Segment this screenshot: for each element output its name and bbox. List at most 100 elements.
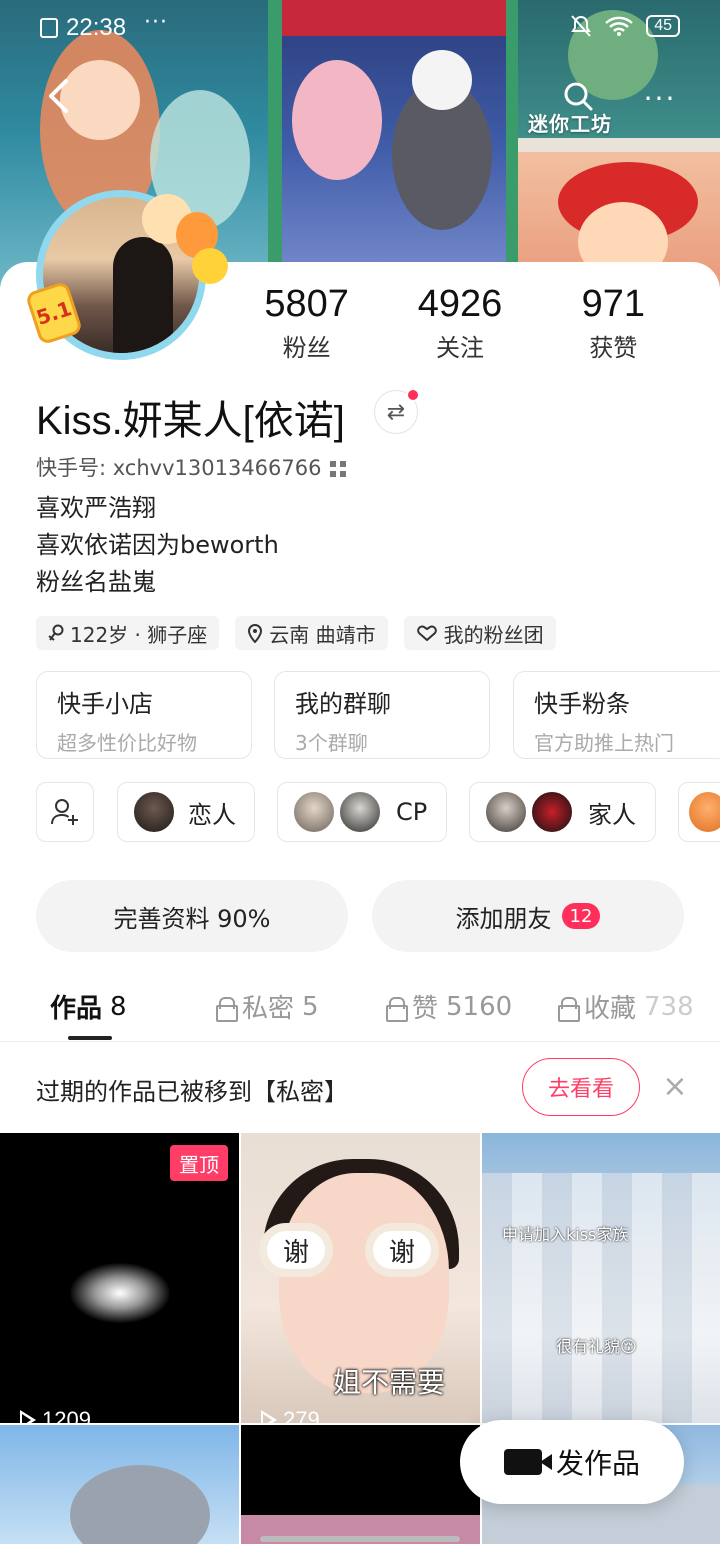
complete-profile-button[interactable]: 完善资料 90% [36,880,348,952]
service-subtitle: 官方助推上热门 [534,731,674,755]
go-see-button[interactable]: 去看看 [522,1058,640,1116]
stat-value: 4926 [417,283,503,325]
service-card-promotion[interactable]: 快手粉条 官方助推上热门 [513,671,720,759]
tag-location[interactable]: 云南 曲靖市 [235,616,388,650]
notification-dot [406,388,420,402]
add-friends-label: 添加朋友 [455,904,552,933]
notification-icon [40,18,58,38]
lock-icon [386,996,408,1022]
tab-indicator [68,1036,112,1040]
status-time: 22:38 [66,14,127,41]
kuaishou-id[interactable]: 快手号: xchvv13013466766 [36,452,346,482]
wifi-icon [605,16,634,36]
back-button[interactable] [38,76,78,116]
close-icon[interactable]: × [660,1066,690,1106]
stat-label: 获赞 [589,334,638,362]
video-caption-top: 申请加入kiss家族 [502,1225,629,1244]
more-button[interactable]: ··· [634,80,686,116]
video-card[interactable]: 置顶 1209 [0,1133,239,1423]
service-title: 我的群聊 [295,690,391,718]
tab-works[interactable]: 作品 8 [50,988,127,1025]
play-icon [261,1410,277,1423]
video-thumbnail-face [279,1173,449,1393]
tag-fan-group[interactable]: 我的粉丝团 [403,616,556,650]
relation-avatar [292,790,336,834]
relation-cp[interactable]: CP [277,782,447,842]
tab-count: 738 [644,991,694,1022]
chevron-left-icon [49,79,68,113]
stat-likes[interactable]: 971 获赞 [537,284,690,363]
service-title: 快手粉条 [534,690,630,718]
relation-lover[interactable]: 恋人 [117,782,255,842]
lock-icon [558,996,580,1022]
stat-value: 971 [581,283,646,325]
tab-label: 私密 [242,994,295,1024]
tab-label: 赞 [412,994,439,1024]
stat-following[interactable]: 4926 关注 [383,284,536,363]
pinned-badge: 置顶 [170,1145,228,1181]
profile-screen: 迷你工坊 22:38 ··· 45 ··· 5.1 5807 粉丝 4926 关… [0,0,720,1544]
service-card-group-chat[interactable]: 我的群聊 3个群聊 [274,671,490,759]
bio-line: 喜欢严浩翔 [36,494,156,522]
video-card[interactable]: 申请加入kiss家族 很有礼貌😚 [482,1133,720,1423]
tag-age[interactable]: 122岁 · 狮子座 [36,616,220,650]
kuaishou-id-text: 快手号: xchvv13013466766 [36,456,322,480]
qr-code-icon[interactable] [329,461,346,477]
play-icon [20,1410,36,1423]
mute-icon [571,15,592,37]
lock-icon [216,996,238,1022]
notice-text: 过期的作品已被移到【私密】 [36,1078,348,1106]
video-camera-icon [503,1449,552,1475]
relation-avatar [484,790,528,834]
relation-avatar [687,790,720,834]
stat-followers[interactable]: 5807 粉丝 [230,284,383,363]
relation-label: 恋人 [188,800,236,829]
search-button[interactable] [560,78,596,114]
play-count: 279 [261,1407,320,1423]
home-indicator[interactable] [260,1536,460,1542]
video-card[interactable] [0,1425,239,1544]
video-thumbnail [482,1173,720,1423]
avatar[interactable]: 5.1 [24,186,228,364]
relation-family[interactable]: 家人 [469,782,656,842]
switch-icon: ⇄ [386,399,406,425]
video-card[interactable] [241,1425,480,1544]
add-friends-badge: 12 [561,903,601,929]
location-icon [248,624,263,643]
tab-label: 作品 [50,994,103,1024]
tab-count: 5160 [446,991,513,1022]
profile-tags: 122岁 · 狮子座 云南 曲靖市 我的粉丝团 [36,616,556,650]
search-icon [564,82,593,111]
relation-label: CP [396,798,428,826]
tag-text: 云南 曲靖市 [269,622,376,647]
tag-text: 我的粉丝团 [443,622,544,647]
add-relation-button[interactable] [36,782,94,842]
relation-more[interactable] [678,782,720,842]
play-count-value: 1209 [42,1407,91,1423]
stat-label: 关注 [435,334,484,362]
status-icons: 45 [570,14,680,38]
video-thumbnail [70,1263,170,1323]
tab-liked[interactable]: 赞 5160 [386,988,512,1025]
expired-notice: 过期的作品已被移到【私密】 去看看 × [0,1058,720,1118]
service-card-shop[interactable]: 快手小店 超多性价比好物 [36,671,252,759]
relation-label: 家人 [588,800,636,829]
publish-button[interactable]: 发作品 [460,1420,684,1504]
play-count: 1209 [20,1407,91,1423]
video-caption: 姐不需要 [333,1366,446,1399]
status-more-dots: ··· [144,10,168,35]
tag-text: 122岁 · 狮子座 [70,622,208,647]
video-card[interactable]: 谢 谢 姐不需要 279 [241,1133,480,1423]
relation-avatar [338,790,382,834]
play-count-value: 279 [283,1407,320,1423]
tab-count: 5 [302,991,319,1022]
add-friends-button[interactable]: 添加朋友 12 [372,880,684,952]
service-subtitle: 超多性价比好物 [57,731,197,755]
tab-favorites[interactable]: 收藏 738 [558,988,694,1025]
relation-avatar [132,790,176,834]
bio-line: 喜欢依诺因为beworth [36,531,279,559]
tab-private[interactable]: 私密 5 [216,988,319,1025]
battery-indicator: 45 [646,15,680,37]
add-person-icon [51,799,78,825]
profile-bio: 喜欢严浩翔 喜欢依诺因为beworth 粉丝名盐嵬 [36,490,279,601]
